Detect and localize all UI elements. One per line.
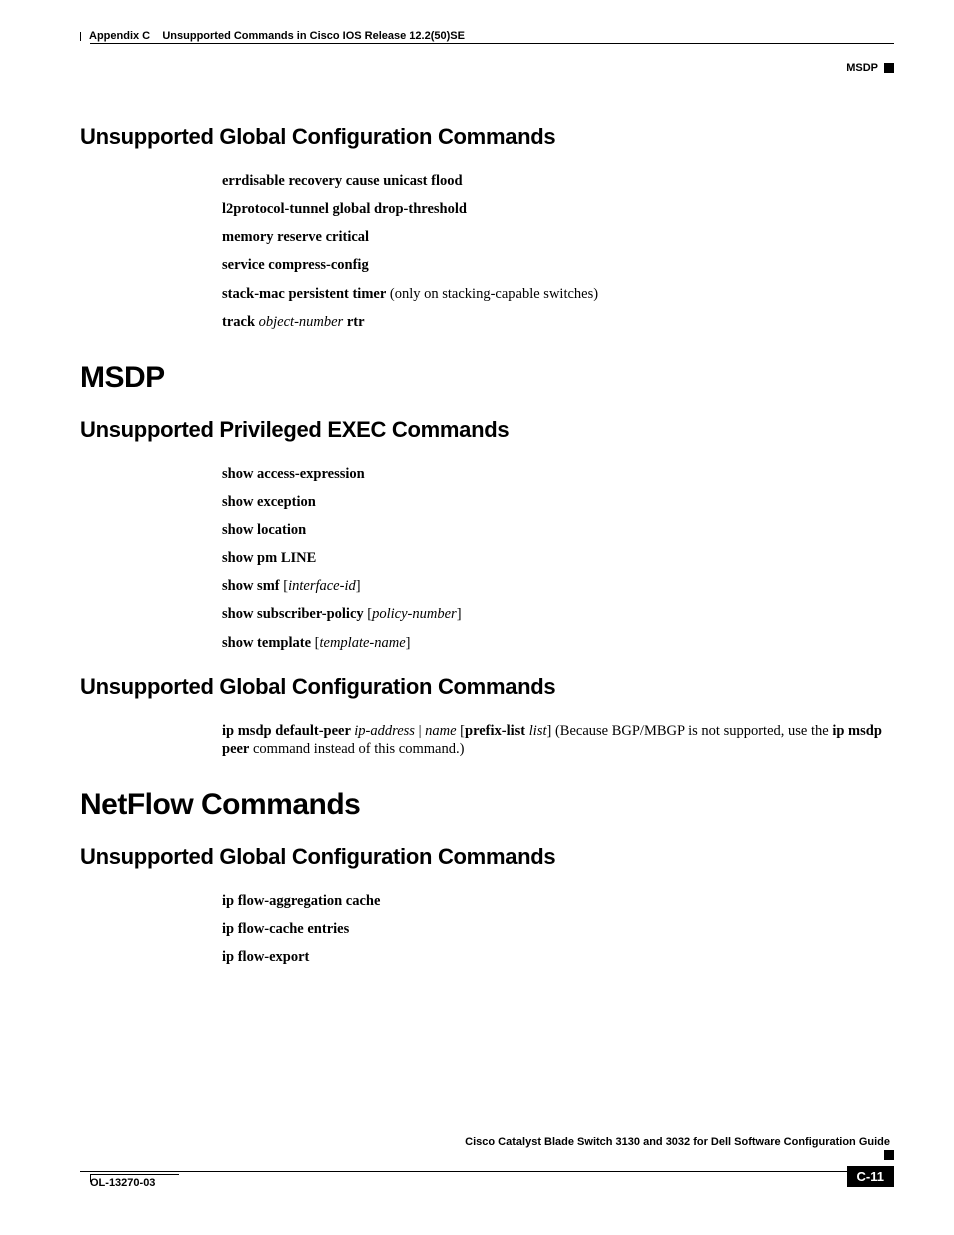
header-rule bbox=[90, 43, 894, 44]
running-header: Appendix C Unsupported Commands in Cisco… bbox=[80, 30, 894, 42]
appendix-label: Appendix C bbox=[89, 30, 150, 42]
page-number-badge: C-11 bbox=[847, 1166, 894, 1187]
heading-msdp: MSDP bbox=[80, 361, 894, 395]
heading-global-config-1: Unsupported Global Configuration Command… bbox=[80, 124, 894, 150]
command-text: ip flow-cache entries bbox=[222, 920, 894, 938]
footer-rule bbox=[80, 1171, 880, 1172]
square-marker-icon bbox=[884, 63, 894, 73]
book-title: Cisco Catalyst Blade Switch 3130 and 303… bbox=[80, 1136, 890, 1148]
heading-global-config-2: Unsupported Global Configuration Command… bbox=[80, 674, 894, 700]
command-text: ip flow-export bbox=[222, 948, 894, 966]
command-paragraph: ip msdp default-peer ip-address | name [… bbox=[222, 722, 894, 758]
header-title: Unsupported Commands in Cisco IOS Releas… bbox=[162, 30, 465, 42]
command-text: l2protocol-tunnel global drop-threshold bbox=[222, 200, 894, 218]
command-text: stack-mac persistent timer (only on stac… bbox=[222, 285, 894, 303]
command-text: errdisable recovery cause unicast flood bbox=[222, 172, 894, 190]
footer-rule-row bbox=[80, 1150, 894, 1172]
command-text: show exception bbox=[222, 493, 894, 511]
command-block-3: ip msdp default-peer ip-address | name [… bbox=[222, 722, 894, 758]
footer: Cisco Catalyst Blade Switch 3130 and 303… bbox=[80, 1136, 894, 1189]
document-id: OL-13270-03 bbox=[90, 1174, 179, 1189]
command-block-2: show access-expression show exception sh… bbox=[222, 465, 894, 652]
content: Unsupported Global Configuration Command… bbox=[80, 124, 894, 966]
section-indicator: MSDP bbox=[80, 62, 894, 74]
command-text: ip flow-aggregation cache bbox=[222, 892, 894, 910]
command-text: show smf [interface-id] bbox=[222, 577, 894, 595]
command-text: show pm LINE bbox=[222, 549, 894, 567]
heading-global-config-3: Unsupported Global Configuration Command… bbox=[80, 844, 894, 870]
spacer bbox=[150, 30, 162, 42]
heading-netflow: NetFlow Commands bbox=[80, 788, 894, 822]
command-block-4: ip flow-aggregation cache ip flow-cache … bbox=[222, 892, 894, 966]
heading-priv-exec: Unsupported Privileged EXEC Commands bbox=[80, 417, 894, 443]
section-label: MSDP bbox=[846, 62, 878, 74]
footer-lower: OL-13270-03 C-11 bbox=[80, 1174, 894, 1189]
command-text: track object-number rtr bbox=[222, 313, 894, 331]
command-text: show access-expression bbox=[222, 465, 894, 483]
command-text: show template [template-name] bbox=[222, 634, 894, 652]
square-marker-icon bbox=[884, 1150, 894, 1160]
command-block-1: errdisable recovery cause unicast flood … bbox=[222, 172, 894, 331]
page: Appendix C Unsupported Commands in Cisco… bbox=[0, 0, 954, 1209]
command-text: show location bbox=[222, 521, 894, 539]
command-text: service compress-config bbox=[222, 256, 894, 274]
command-text: show subscriber-policy [policy-number] bbox=[222, 605, 894, 623]
header-tick-icon bbox=[80, 32, 81, 41]
command-text: memory reserve critical bbox=[222, 228, 894, 246]
